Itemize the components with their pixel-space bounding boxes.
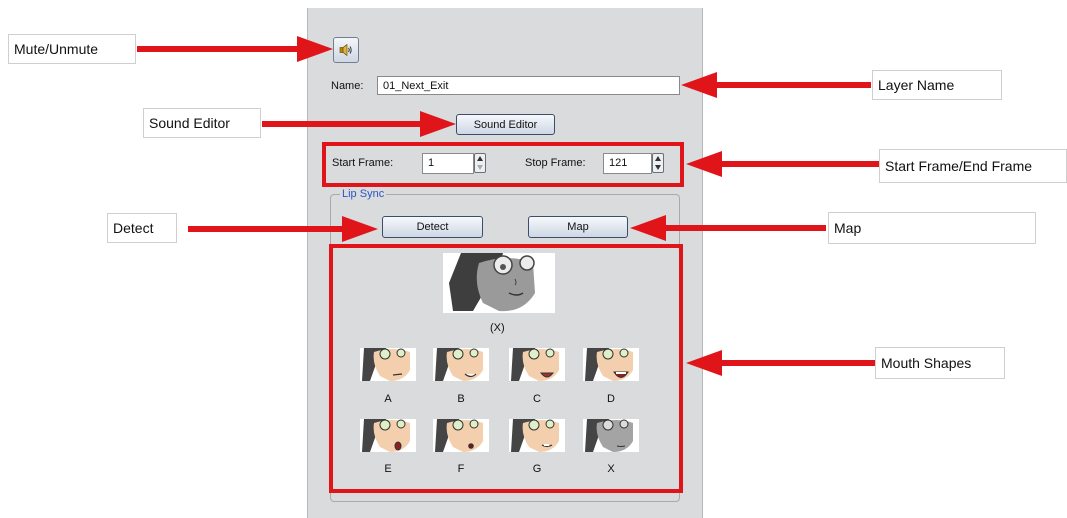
detect-button[interactable]: Detect <box>382 216 483 238</box>
sound-editor-button[interactable]: Sound Editor <box>456 114 555 135</box>
callout-frames: Start Frame/End Frame <box>879 149 1067 183</box>
callout-detect: Detect <box>107 213 177 243</box>
arrow-to-map-icon <box>630 215 826 241</box>
arrow-to-sound-editor-icon <box>262 111 456 137</box>
callout-mute: Mute/Unmute <box>8 34 136 64</box>
mute-unmute-button[interactable] <box>333 37 359 63</box>
callout-map: Map <box>828 212 1036 244</box>
callout-layer-name: Layer Name <box>872 70 1002 100</box>
frames-highlight-box <box>322 142 684 187</box>
callout-sound-editor: Sound Editor <box>143 108 261 138</box>
arrow-to-layer-name-icon <box>681 72 871 98</box>
map-button[interactable]: Map <box>528 216 628 238</box>
arrow-to-frames-icon <box>686 151 879 177</box>
speaker-icon <box>339 43 352 57</box>
arrow-to-detect-icon <box>188 216 378 242</box>
lip-sync-title: Lip Sync <box>340 188 387 200</box>
layer-name-input[interactable]: 01_Next_Exit <box>377 76 680 95</box>
name-label: Name: <box>331 80 364 92</box>
arrow-to-mute-icon <box>137 36 333 62</box>
callout-mouth-shapes: Mouth Shapes <box>875 347 1005 379</box>
mouth-shapes-highlight-box <box>329 244 683 493</box>
arrow-to-mouth-shapes-icon <box>686 350 875 376</box>
